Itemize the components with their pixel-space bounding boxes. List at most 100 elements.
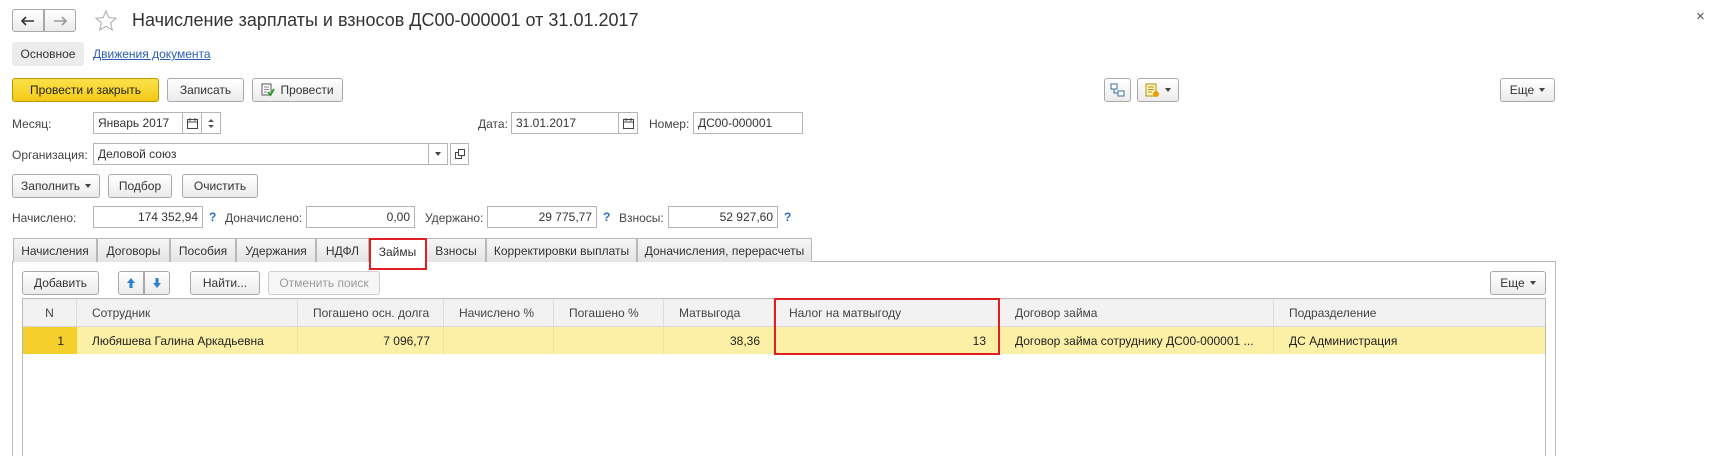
move-up-button[interactable]: [118, 271, 144, 295]
select-button[interactable]: Подбор: [108, 174, 172, 198]
organization-value: Деловой союз: [98, 147, 177, 161]
cell-interest-accrued[interactable]: [444, 327, 554, 354]
accrued-value: 174 352,94: [137, 210, 198, 224]
withheld-label: Удержано:: [425, 211, 484, 225]
cell-department[interactable]: ДС Администрация: [1274, 327, 1545, 354]
save-label: Записать: [179, 83, 232, 97]
tab-benefits[interactable]: Пособия: [170, 238, 236, 262]
col-header-loan-contract[interactable]: Договор займа: [1000, 299, 1274, 327]
cell-principal-repaid[interactable]: 7 096,77: [298, 327, 444, 354]
clear-button[interactable]: Очистить: [182, 174, 258, 198]
chevron-down-icon: [1529, 281, 1536, 285]
calendar-icon: [622, 117, 634, 129]
report-icon: [1145, 83, 1159, 97]
tab-deductions[interactable]: Удержания: [236, 238, 316, 262]
structure-button[interactable]: [1104, 78, 1131, 102]
tab-payment-adjustments[interactable]: Корректировки выплаты: [486, 238, 637, 262]
tab-contracts[interactable]: Договоры: [97, 238, 170, 262]
cell-interest-repaid[interactable]: [554, 327, 664, 354]
tab-ndfl[interactable]: НДФЛ: [316, 238, 369, 262]
number-label: Номер:: [649, 117, 690, 131]
post-and-close-button[interactable]: Провести и закрыть: [12, 78, 159, 102]
cell-n[interactable]: 1: [23, 327, 77, 354]
find-button[interactable]: Найти...: [190, 271, 260, 295]
fill-button[interactable]: Заполнить: [12, 174, 100, 198]
organization-field[interactable]: Деловой союз: [93, 143, 429, 165]
chevron-down-icon: [84, 184, 91, 188]
active-tab-highlight: [369, 238, 427, 270]
stepper-up-icon: [208, 118, 214, 122]
cell-loan-contract[interactable]: Договор займа сотруднику ДС00-000001 ...: [1000, 327, 1274, 354]
more-button[interactable]: Еще: [1500, 78, 1555, 102]
number-field[interactable]: ДС00-000001: [693, 112, 803, 134]
arrow-up-icon: [127, 278, 135, 288]
window-title: Начисление зарплаты и взносов ДС00-00000…: [132, 10, 639, 30]
table-more-label: Еще: [1500, 276, 1525, 290]
forward-button[interactable]: [44, 9, 76, 32]
print-menu-button[interactable]: [1137, 78, 1179, 102]
col-header-principal-repaid[interactable]: Погашено осн. долга: [298, 299, 444, 327]
cancel-search-label: Отменить поиск: [279, 276, 369, 290]
back-button[interactable]: [12, 9, 44, 32]
month-stepper[interactable]: [201, 112, 221, 134]
arrow-down-icon: [153, 278, 161, 288]
tab-movements[interactable]: Движения документа: [93, 47, 211, 61]
date-calendar-button[interactable]: [618, 112, 638, 134]
withheld-help-icon[interactable]: ?: [603, 210, 610, 224]
organization-dropdown-button[interactable]: [428, 143, 448, 165]
month-field[interactable]: Январь 2017: [93, 112, 183, 134]
move-down-button[interactable]: [144, 271, 170, 295]
accrued-field: 174 352,94: [93, 206, 203, 228]
save-button[interactable]: Записать: [167, 78, 244, 102]
post-and-close-label: Провести и закрыть: [30, 83, 141, 97]
find-label: Найти...: [202, 276, 248, 290]
date-value: 31.01.2017: [516, 116, 577, 130]
organization-label: Организация:: [12, 148, 88, 162]
cell-employee[interactable]: Любяшева Галина Аркадьевна: [77, 327, 298, 354]
month-calendar-button[interactable]: [182, 112, 202, 134]
month-label: Месяц:: [12, 117, 52, 131]
accrued-help-icon[interactable]: ?: [209, 210, 216, 224]
star-icon[interactable]: [94, 9, 118, 33]
stepper-down-icon: [208, 124, 214, 128]
col-header-mat-benefit[interactable]: Матвыгода: [664, 299, 774, 327]
additional-label: Доначислено:: [225, 211, 303, 225]
chevron-down-icon: [1165, 88, 1171, 92]
calendar-icon: [186, 117, 198, 129]
withheld-field: 29 775,77: [487, 206, 597, 228]
table-more-button[interactable]: Еще: [1490, 271, 1546, 295]
contributions-label: Взносы:: [619, 211, 664, 225]
contributions-field: 52 927,60: [668, 206, 778, 228]
close-icon[interactable]: ×: [1696, 8, 1705, 25]
number-value: ДС00-000001: [698, 116, 773, 130]
accrued-label: Начислено:: [12, 211, 77, 225]
tab-recalculations[interactable]: Доначисления, перерасчеты: [637, 238, 812, 262]
contributions-help-icon[interactable]: ?: [784, 210, 791, 224]
cancel-search-button[interactable]: Отменить поиск: [268, 271, 380, 295]
tab-main[interactable]: Основное: [12, 42, 84, 66]
cell-mat-benefit[interactable]: 38,36: [664, 327, 774, 354]
chevron-down-icon: [435, 152, 441, 156]
col-header-interest-repaid[interactable]: Погашено %: [554, 299, 664, 327]
fill-label: Заполнить: [21, 179, 80, 193]
open-icon: [454, 149, 465, 159]
col-header-n[interactable]: N: [23, 299, 77, 327]
additional-value: 0,00: [386, 210, 410, 224]
col-header-employee[interactable]: Сотрудник: [77, 299, 298, 327]
select-label: Подбор: [118, 179, 162, 193]
tab-main-label: Основное: [20, 47, 76, 61]
tab-accruals[interactable]: Начисления: [13, 238, 97, 262]
document-structure-icon: [1110, 83, 1125, 97]
more-label: Еще: [1509, 83, 1535, 97]
tab-contributions[interactable]: Взносы: [426, 238, 486, 262]
additional-field: 0,00: [306, 206, 415, 228]
add-row-button[interactable]: Добавить: [22, 271, 99, 295]
clear-label: Очистить: [193, 179, 247, 193]
add-row-label: Добавить: [33, 276, 88, 290]
col-header-department[interactable]: Подразделение: [1274, 299, 1545, 327]
col-header-interest-accrued[interactable]: Начислено %: [444, 299, 554, 327]
tax-column-highlight: [774, 298, 1000, 355]
date-field[interactable]: 31.01.2017: [511, 112, 619, 134]
post-button[interactable]: Провести: [252, 78, 343, 102]
organization-open-button[interactable]: [450, 143, 469, 165]
